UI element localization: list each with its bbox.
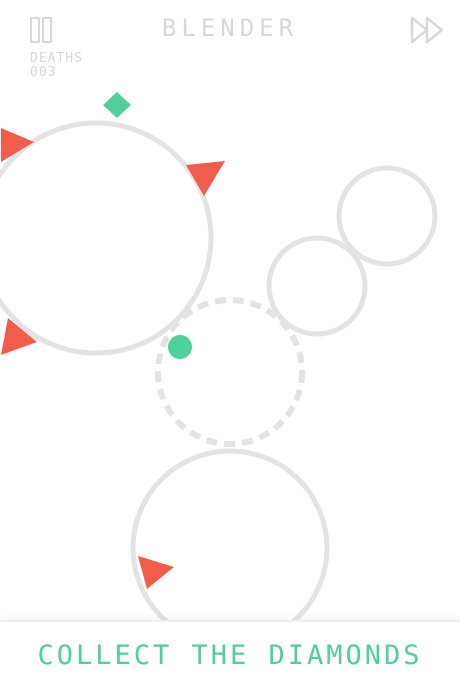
game-canvas[interactable] [0,0,460,690]
diamond-collectible [103,92,131,118]
deaths-counter: DEATHS 003 [30,52,83,80]
spike-hazard-bottom [138,556,174,589]
level-title: BLENDER [161,14,299,42]
instruction-text: COLLECT THE DIAMONDS [37,640,423,671]
fast-forward-icon [410,16,444,44]
game-screen[interactable]: BLENDER DEATHS 003 COLLECT THE DIAMONDS [0,0,460,690]
deaths-value: 003 [30,65,57,80]
player-ball [168,335,192,359]
dashed-ring [155,297,305,447]
fast-forward-button[interactable] [410,15,446,45]
bottom-ring [130,448,330,648]
large-ring [0,120,214,356]
deaths-label: DEATHS [30,51,83,66]
ring-upper-right [336,165,438,267]
ring-middle-right [266,235,368,337]
